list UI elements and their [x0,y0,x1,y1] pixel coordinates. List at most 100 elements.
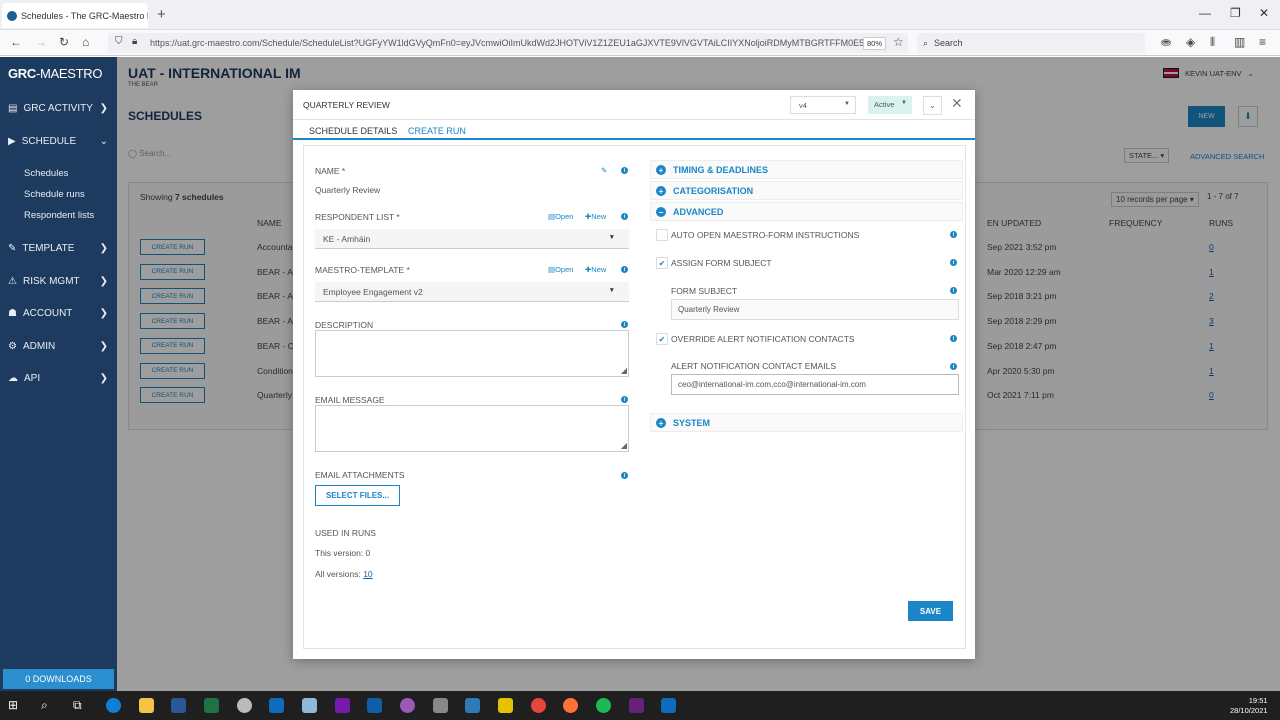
sidebar-item-admin[interactable]: ⚙ ADMIN ❯ [0,334,117,358]
outlook-icon-2[interactable] [661,698,676,713]
sidebar-item-template[interactable]: ✎ TEMPLATE ❯ [0,236,117,260]
info-icon[interactable]: i [950,287,957,294]
windows-start-icon[interactable]: ⊞ [8,698,23,713]
info-icon[interactable]: i [950,363,957,370]
lock-icon[interactable]: 🔒︎ [132,36,137,47]
section-advanced[interactable]: − ADVANCED [650,202,963,221]
gear-icon: ⚙ [8,340,17,352]
template-new-link[interactable]: ✚New [585,265,606,274]
search-icon[interactable]: ⌕ [41,698,56,713]
description-textarea[interactable]: ◢ [315,330,629,377]
sidebar-subitem-respondent-lists[interactable]: Respondent lists [24,210,94,221]
screen-icon[interactable] [367,698,382,713]
respondent-new-link[interactable]: ✚New [585,212,606,221]
info-icon[interactable]: i [950,259,957,266]
all-versions-label: All versions: [315,569,364,579]
windows-taskbar: ⊞ ⌕ ⧉ 19:51 28/10/2021 [0,691,1280,720]
info-icon[interactable]: i [950,231,957,238]
sidebar-item-grc-activity[interactable]: ▤ GRC ACTIVITY ❯ [0,96,117,120]
select-files-button[interactable]: SELECT FILES... [315,485,400,506]
outlook-icon[interactable] [269,698,284,713]
downloads-button[interactable]: 0 DOWNLOADS [3,669,114,689]
system-clock[interactable]: 19:51 28/10/2021 [1230,696,1268,716]
assign-subject-checkbox[interactable]: ✔ [656,257,668,269]
chevron-right-icon: ❯ [99,102,108,114]
sidebar-item-risk-mgmt[interactable]: ⚠ RISK MGMT ❯ [0,269,117,293]
version-select[interactable]: v4 [790,96,856,114]
template-open-link[interactable]: ▤Open [548,265,573,274]
section-system[interactable]: + SYSTEM [650,413,963,432]
respondent-open-link[interactable]: ▤Open [548,212,573,221]
pocket-icon[interactable]: ⛂ [1161,35,1171,49]
sidebar-toggle-icon[interactable]: ▥ [1234,35,1245,49]
file-explorer-icon[interactable] [139,698,154,713]
template-select[interactable]: Employee Engagement v2 ▼ [315,282,629,302]
all-versions-link[interactable]: 10 [363,569,372,579]
resize-grip-icon[interactable]: ◢ [621,441,627,450]
bookmark-star-icon[interactable]: ☆ [893,35,904,49]
spotify-icon[interactable] [596,698,611,713]
tab-schedule-details[interactable]: SCHEDULE DETAILS [309,126,397,136]
sidebar-item-account[interactable]: ☗ ACCOUNT ❯ [0,301,117,325]
window-close-icon[interactable]: ✕ [1259,6,1269,20]
info-icon[interactable]: i [621,321,628,328]
library-icon[interactable]: ⫴ [1210,35,1215,50]
new-tab-icon[interactable]: + [157,6,166,23]
modal-tabs: SCHEDULE DETAILS CREATE RUN [293,120,975,140]
shield-check-icon[interactable]: ◈ [1186,35,1195,49]
name-value[interactable]: Quarterly Review [315,185,380,195]
app-icon[interactable] [465,698,480,713]
home-icon[interactable]: ⌂ [82,35,89,49]
tab-create-run[interactable]: CREATE RUN [408,126,466,136]
status-select[interactable]: Active [868,96,912,114]
shield-icon[interactable]: ⛉ [115,36,123,47]
chevron-down-icon[interactable]: ⌄ [923,96,942,115]
section-timing-deadlines[interactable]: + TIMING & DEADLINES [650,160,963,179]
browser-tab[interactable]: Schedules - The GRC-Maestro P ✕ [2,3,148,28]
url-bar[interactable]: https://uat.grc-maestro.com/Schedule/Sch… [108,33,908,53]
menu-icon[interactable]: ≡ [1259,35,1266,49]
paint-icon[interactable] [400,698,415,713]
sidebar-item-schedule[interactable]: ▶ SCHEDULE ⌄ [0,129,117,153]
override-alert-checkbox[interactable]: ✔ [656,333,668,345]
alert-emails-input[interactable]: ceo@international-im.com,cco@internation… [671,374,959,395]
info-icon[interactable]: i [621,167,628,174]
browser-search-input[interactable]: ⌕ Search [917,33,1145,53]
close-icon[interactable]: ✕ [951,95,963,112]
edit-pencil-icon[interactable]: ✎ [601,166,607,175]
reload-icon[interactable]: ↻ [59,35,69,49]
forward-icon[interactable]: → [35,35,47,49]
minimize-icon[interactable]: — [1199,6,1211,20]
info-icon[interactable]: i [950,335,957,342]
auto-open-checkbox[interactable] [656,229,668,241]
chrome-icon[interactable] [531,698,546,713]
info-icon[interactable]: i [621,213,628,220]
info-icon[interactable]: i [621,472,628,479]
word-icon[interactable] [171,698,186,713]
info-icon[interactable]: i [621,396,628,403]
email-message-textarea[interactable]: ◢ [315,405,629,452]
snip-icon[interactable] [237,698,252,713]
respondent-list-select[interactable]: KE - Amháin ▼ [315,229,629,249]
excel-icon[interactable] [204,698,219,713]
section-categorisation[interactable]: + CATEGORISATION [650,181,963,200]
task-view-icon[interactable]: ⧉ [73,698,88,713]
firefox-icon[interactable] [563,698,578,713]
sidebar-item-api[interactable]: ☁ API ❯ [0,366,117,390]
app-logo[interactable]: GRC-MAESTRO [8,66,103,81]
back-icon[interactable]: ← [10,35,22,49]
sidebar-subitem-schedules[interactable]: Schedules [24,168,68,179]
edge-icon[interactable] [106,698,121,713]
sidebar-subitem-schedule-runs[interactable]: Schedule runs [24,189,85,200]
form-subject-input[interactable]: Quarterly Review [671,299,959,320]
sticky-notes-icon[interactable] [498,698,513,713]
visual-studio-icon[interactable] [629,698,644,713]
zoom-level[interactable]: 80% [863,37,887,50]
resize-grip-icon[interactable]: ◢ [621,366,627,375]
info-icon[interactable]: i [621,266,628,273]
save-button[interactable]: SAVE [908,601,953,621]
restore-icon[interactable]: ❐ [1230,6,1241,20]
onenote-icon[interactable] [335,698,350,713]
notepad-icon[interactable] [302,698,317,713]
pickaxe-icon[interactable] [433,698,448,713]
